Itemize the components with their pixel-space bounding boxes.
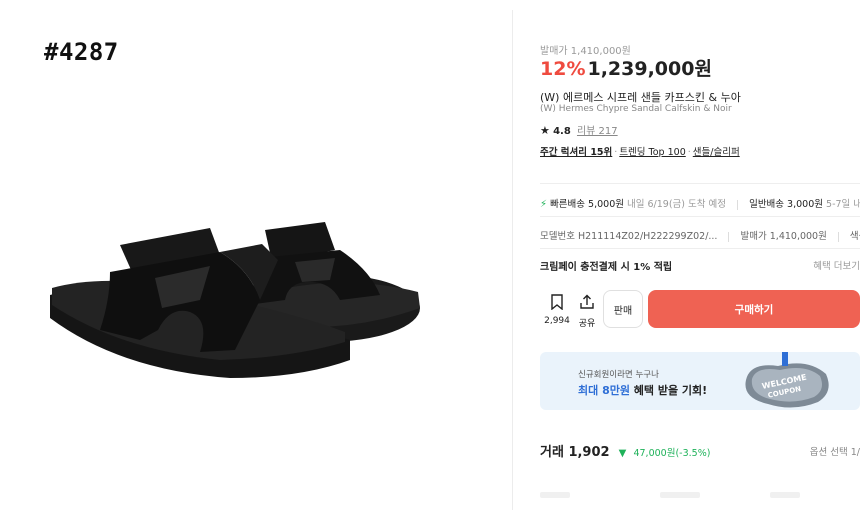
divider bbox=[540, 216, 860, 217]
product-image-panel: #4287 bbox=[0, 0, 512, 510]
save-button[interactable]: 2,994 bbox=[540, 294, 574, 326]
lightning-icon: ⚡ bbox=[540, 199, 548, 210]
share-icon bbox=[580, 294, 594, 309]
panel-divider bbox=[512, 10, 513, 510]
shipping-row[interactable]: ⚡ 빠른배송 5,000원 내일 6/19(금) 도착 예정 일반배송 3,00… bbox=[540, 196, 860, 210]
option-select[interactable]: 옵션 선택 1/ bbox=[810, 444, 860, 458]
normal-shipping-label: 일반배송 3,000원 bbox=[749, 199, 823, 210]
share-button[interactable]: 공유 bbox=[576, 294, 598, 329]
save-count: 2,994 bbox=[544, 316, 570, 326]
payment-benefit-text: 크림페이 충전결제 시 1% 적립 bbox=[540, 262, 673, 273]
discount-rate: 12% bbox=[540, 58, 586, 80]
rating-score: 4.8 bbox=[553, 126, 571, 137]
price-change: 47,000원(-3.5%) bbox=[633, 448, 711, 459]
fast-shipping-label: 빠른배송 5,000원 bbox=[550, 199, 624, 210]
bookmark-icon bbox=[551, 294, 563, 311]
action-row: 2,994 공유 판매 구매하기 bbox=[540, 290, 860, 330]
sell-button[interactable]: 판매 bbox=[603, 290, 643, 328]
product-photo-sandal[interactable] bbox=[40, 200, 440, 390]
tag-weekly-luxury[interactable]: 주간 럭셔리 15위 bbox=[540, 147, 612, 158]
product-info-row: 모델번호 H211114Z02/H222299Z02/... 발매가 1,410… bbox=[540, 228, 860, 242]
rating-row: ★ 4.8 리뷰 217 bbox=[540, 122, 618, 137]
product-info-panel: 발매가 1,410,000원 12% 1,239,000원 (W) 에르메스 시프… bbox=[540, 0, 860, 510]
model-number: 모델번호 H211114Z02/H222299Z02/... bbox=[540, 231, 718, 242]
buy-button[interactable]: 구매하기 bbox=[648, 290, 860, 328]
fast-shipping-date: 내일 6/19(금) 도착 예정 bbox=[627, 199, 727, 210]
product-name-en: (W) Hermes Chypre Sandal Calfskin & Noir bbox=[540, 104, 732, 114]
welcome-coupon-graphic: WELCOME COUPON bbox=[745, 352, 829, 408]
share-label: 공유 bbox=[578, 319, 596, 329]
normal-shipping-date: 5-7일 내 도착 bbox=[826, 199, 860, 210]
price-row: 12% 1,239,000원 bbox=[540, 54, 712, 81]
product-name-ko: (W) 에르메스 시프레 샌들 카프스킨 & 누아 bbox=[540, 91, 741, 104]
divider bbox=[540, 183, 860, 184]
divider bbox=[540, 248, 860, 249]
release-price: 발매가 1,410,000원 bbox=[740, 231, 827, 242]
banner-headline: 최대 8만원 혜택 받을 기회! bbox=[578, 382, 707, 398]
trade-count: 거래 1,902 bbox=[540, 445, 610, 460]
trade-summary-row: 거래 1,902 ▼ 47,000원(-3.5%) 옵션 선택 1/ bbox=[540, 441, 860, 460]
down-arrow-icon: ▼ bbox=[618, 448, 627, 459]
welcome-coupon-banner[interactable]: 신규회원이라면 누구나 최대 8만원 혜택 받을 기회! WELCOME COU… bbox=[540, 352, 860, 410]
tag-category[interactable]: 샌들/슬리퍼 bbox=[693, 147, 740, 158]
reviews-link[interactable]: 리뷰 217 bbox=[577, 126, 618, 137]
banner-subtext: 신규회원이라면 누구나 bbox=[578, 370, 659, 380]
sale-price: 1,239,000원 bbox=[587, 58, 712, 80]
faded-content-row bbox=[540, 492, 860, 502]
item-tag: #4287 bbox=[44, 38, 119, 66]
banner-highlight: 최대 8만원 bbox=[578, 384, 630, 397]
benefits-more-link[interactable]: 혜택 더보기 bbox=[813, 258, 860, 272]
banner-headline-rest: 혜택 받을 기회! bbox=[629, 384, 708, 397]
star-icon: ★ bbox=[540, 124, 550, 137]
payment-benefit-row: 크림페이 충전결제 시 1% 적립 혜택 더보기 bbox=[540, 258, 860, 273]
tag-trending[interactable]: 트렌딩 Top 100 bbox=[619, 147, 685, 158]
color-info: 색상 Noir bbox=[849, 231, 860, 242]
ranking-tags: 주간 럭셔리 15위 · 트렌딩 Top 100 · 샌들/슬리퍼 bbox=[540, 147, 740, 158]
